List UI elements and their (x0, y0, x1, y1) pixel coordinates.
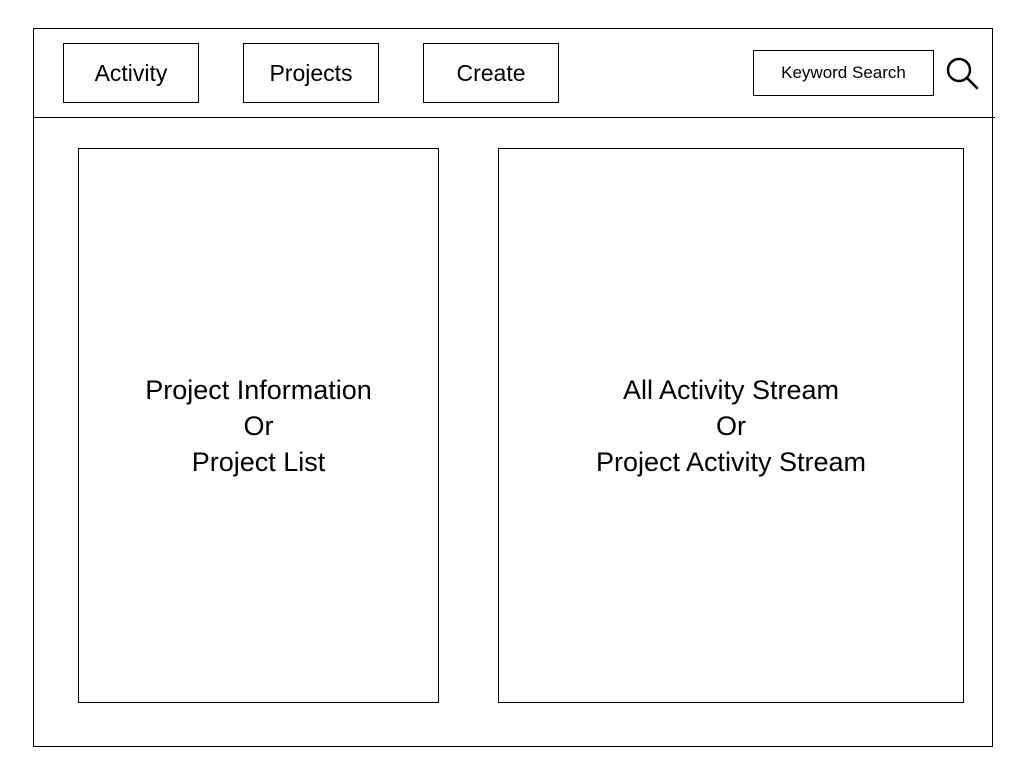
project-info-panel: Project Information Or Project List (78, 148, 439, 703)
search-icon[interactable] (944, 55, 980, 91)
project-info-line-1: Project Information (145, 374, 372, 405)
activity-stream-line-2: Or (716, 410, 746, 441)
project-info-line-3: Project List (191, 446, 326, 477)
activity-stream-panel: All Activity Stream Or Project Activity … (498, 148, 964, 703)
projects-button[interactable]: Projects (243, 43, 379, 103)
keyword-search-input[interactable]: Keyword Search (753, 50, 934, 96)
header-divider (33, 117, 995, 118)
projects-button-label: Projects (269, 59, 353, 86)
create-button[interactable]: Create (423, 43, 559, 103)
activity-stream-line-3: Project Activity Stream (595, 446, 867, 477)
project-info-line-2: Or (243, 410, 274, 441)
activity-stream-line-1: All Activity Stream (622, 374, 840, 405)
activity-button-label: Activity (94, 59, 168, 86)
create-button-label: Create (456, 59, 526, 86)
keyword-search-label: Keyword Search (781, 63, 906, 82)
activity-button[interactable]: Activity (63, 43, 199, 103)
